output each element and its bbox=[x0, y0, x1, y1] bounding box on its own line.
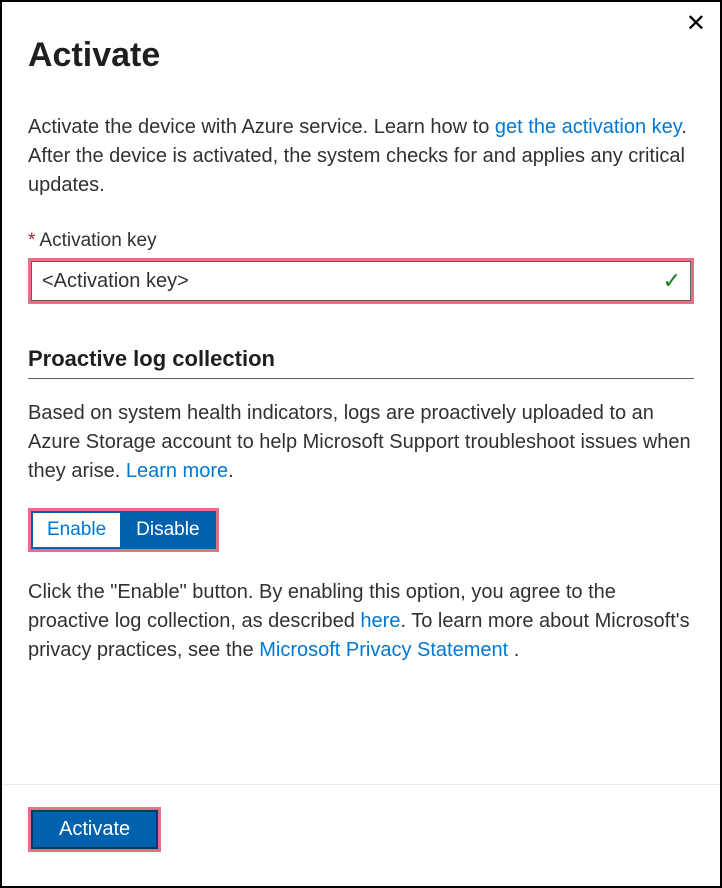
activate-panel: ✕ Activate Activate the device with Azur… bbox=[0, 0, 722, 888]
agreement-text: Click the "Enable" button. By enabling t… bbox=[28, 578, 694, 665]
learn-more-link[interactable]: Learn more bbox=[126, 460, 228, 482]
privacy-statement-link[interactable]: Microsoft Privacy Statement bbox=[259, 639, 514, 661]
proactive-log-heading: Proactive log collection bbox=[28, 346, 694, 379]
get-activation-key-link[interactable]: get the activation key bbox=[495, 116, 681, 138]
desc-intro-before: Activate the device with Azure service. … bbox=[28, 116, 495, 138]
section-desc-after: . bbox=[228, 460, 234, 482]
required-asterisk: * bbox=[28, 230, 35, 251]
activate-button-highlight: Activate bbox=[28, 807, 161, 852]
checkmark-icon: ✓ bbox=[663, 268, 681, 294]
activate-button[interactable]: Activate bbox=[31, 810, 158, 849]
enable-button[interactable]: Enable bbox=[31, 511, 120, 549]
disable-button[interactable]: Disable bbox=[120, 511, 215, 549]
agreement-text3: . bbox=[514, 639, 520, 661]
page-title: Activate bbox=[28, 36, 694, 75]
close-icon[interactable]: ✕ bbox=[686, 12, 706, 36]
activation-key-label-text: Activation key bbox=[39, 230, 156, 251]
panel-footer: Activate bbox=[2, 784, 720, 886]
panel-content: Activate Activate the device with Azure … bbox=[2, 2, 720, 784]
description-text: Activate the device with Azure service. … bbox=[28, 113, 694, 200]
activation-key-label: *Activation key bbox=[28, 230, 694, 252]
activation-key-input-highlight: ✓ bbox=[28, 258, 694, 304]
proactive-log-description: Based on system health indicators, logs … bbox=[28, 399, 694, 486]
here-link[interactable]: here bbox=[360, 610, 400, 632]
activation-key-input[interactable] bbox=[31, 261, 691, 301]
log-toggle-highlight: Enable Disable bbox=[28, 508, 219, 552]
